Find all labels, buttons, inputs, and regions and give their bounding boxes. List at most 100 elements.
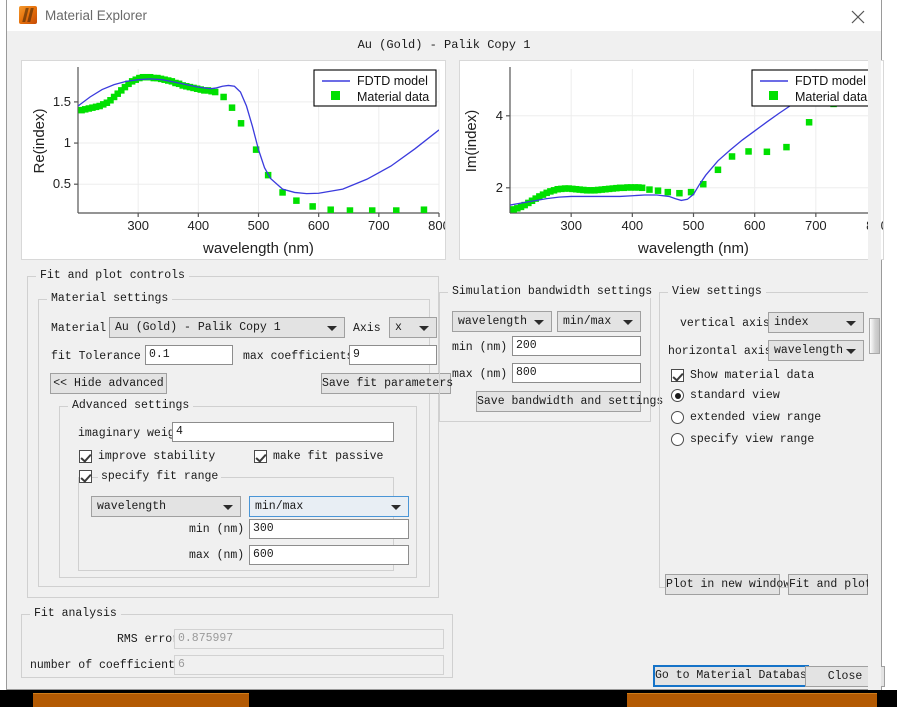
max-coefficients-input[interactable]: 9	[349, 345, 437, 365]
svg-text:500: 500	[248, 218, 270, 233]
bandwidth-mode-value: min/max	[563, 315, 612, 328]
radio-extended-view-range-label: extended view range	[690, 411, 822, 424]
plot-title: Au (Gold) - Palik Copy 1	[357, 38, 531, 52]
axis-select[interactable]: x	[389, 317, 437, 338]
horizontal-axis-select[interactable]: wavelength	[768, 340, 864, 361]
material-select-value: Au (Gold) - Palik Copy 1	[115, 321, 281, 334]
vertical-axis-select[interactable]: index	[768, 312, 864, 333]
svg-text:1: 1	[64, 135, 71, 150]
fit-range-max-label: max (nm)	[189, 549, 245, 562]
chevron-down-icon	[846, 321, 856, 326]
hide-advanced-button[interactable]: << Hide advanced	[50, 373, 167, 394]
svg-text:400: 400	[187, 218, 209, 233]
svg-text:Material data: Material data	[357, 90, 429, 104]
svg-text:600: 600	[308, 218, 330, 233]
imaginary-weight-input[interactable]: 4	[172, 422, 394, 442]
svg-text:300: 300	[127, 218, 149, 233]
fit-tolerance-input[interactable]: 0.1	[145, 345, 233, 365]
axis-select-value: x	[395, 321, 402, 334]
titlebar: Material Explorer	[7, 0, 881, 31]
fit-range-group: wavelength min/max min (nm) 300 max (nm)…	[78, 477, 409, 571]
svg-text:400: 400	[621, 218, 643, 233]
simulation-bandwidth-settings-group: Simulation bandwidth settings wavelength…	[439, 285, 663, 422]
radio-extended-view-range-circle	[671, 411, 684, 424]
scrollbar-thumb[interactable]	[869, 318, 880, 354]
vertical-axis-value: index	[774, 316, 809, 329]
fit-analysis-title: Fit analysis	[30, 607, 121, 620]
make-fit-passive-box	[254, 450, 267, 463]
fit-range-max-input[interactable]: 600	[249, 545, 409, 565]
taskbar-item[interactable]	[33, 693, 249, 707]
bandwidth-mode-select[interactable]: min/max	[557, 311, 641, 332]
taskbar	[0, 690, 897, 707]
svg-text:500: 500	[683, 218, 705, 233]
material-explorer-window: Material Explorer Au (Gold) - Palik Copy…	[6, 0, 885, 690]
bandwidth-max-label: max (nm)	[452, 368, 508, 381]
svg-text:1.5: 1.5	[53, 94, 71, 109]
fit-range-min-input[interactable]: 300	[249, 519, 409, 539]
svg-text:0.5: 0.5	[53, 176, 71, 191]
chart-im-index: 24300400500600700800wavelength (nm)Im(in…	[459, 60, 884, 260]
chevron-down-icon	[419, 326, 429, 331]
material-select[interactable]: Au (Gold) - Palik Copy 1	[109, 317, 345, 338]
number-of-coefficients-value: 6	[174, 655, 444, 675]
save-fit-parameters-button[interactable]: Save fit parameters	[321, 373, 453, 394]
svg-text:800: 800	[428, 218, 445, 233]
material-settings-title: Material settings	[47, 292, 173, 305]
svg-text:700: 700	[805, 218, 827, 233]
fit-range-quantity-select[interactable]: wavelength	[91, 496, 241, 517]
svg-text:Material data: Material data	[795, 90, 867, 104]
simulation-bandwidth-settings-title: Simulation bandwidth settings	[448, 285, 657, 298]
window-title: Material Explorer	[45, 8, 148, 23]
show-material-data-label: Show material data	[690, 369, 815, 382]
taskbar-item[interactable]	[627, 693, 877, 707]
chevron-down-icon	[846, 349, 856, 354]
show-material-data-box	[671, 369, 684, 382]
close-icon[interactable]	[835, 0, 881, 31]
chart-re-index: 0.5 1 1.5 300 400 500 600 700 800 wavelength (nm)…	[21, 60, 446, 260]
svg-text:600: 600	[744, 218, 766, 233]
desktop-background-right	[882, 0, 897, 690]
vertical-axis-label: vertical axis	[680, 317, 770, 330]
advanced-settings-title: Advanced settings	[68, 399, 194, 412]
plot-in-new-window-button[interactable]: Plot in new window	[665, 574, 790, 595]
number-of-coefficients-label: number of coefficients	[30, 659, 182, 672]
bandwidth-quantity-select[interactable]: wavelength	[452, 311, 552, 332]
svg-text:700: 700	[368, 218, 390, 233]
svg-text:FDTD model: FDTD model	[795, 74, 866, 88]
specify-fit-range-box	[79, 470, 92, 483]
radio-specify-view-range-circle	[671, 433, 684, 446]
radio-standard-view-label: standard view	[690, 389, 780, 402]
horizontal-axis-value: wavelength	[774, 344, 844, 357]
chevron-down-icon	[623, 320, 633, 325]
svg-text:4: 4	[496, 108, 503, 123]
vertical-scrollbar[interactable]	[868, 31, 881, 690]
fit-analysis-group: Fit analysis RMS error 0.875997 number o…	[21, 607, 453, 678]
svg-text:300: 300	[560, 218, 582, 233]
axis-label: Axis	[353, 322, 381, 335]
max-coefficients-label: max coefficients	[243, 350, 354, 363]
save-bandwidth-and-settings-button[interactable]: Save bandwidth and settings	[476, 391, 663, 412]
fit-range-quantity-value: wavelength	[97, 500, 167, 513]
bandwidth-min-label: min (nm)	[452, 341, 508, 354]
bandwidth-max-input[interactable]: 800	[512, 363, 641, 383]
fit-and-plot-button[interactable]: Fit and plot	[788, 574, 872, 595]
fit-range-min-label: min (nm)	[189, 523, 245, 536]
radio-specify-view-range-label: specify view range	[690, 433, 815, 446]
go-to-material-database-button[interactable]: Go to Material Database	[653, 665, 814, 687]
svg-text:Im(index): Im(index)	[463, 110, 480, 173]
svg-text:wavelength (nm): wavelength (nm)	[637, 240, 749, 257]
horizontal-axis-label: horizontal axis	[668, 345, 772, 358]
bandwidth-min-input[interactable]: 200	[512, 336, 641, 356]
chevron-down-icon	[391, 505, 401, 510]
advanced-settings-group: Advanced settings imaginary weight 4 imp…	[59, 399, 417, 578]
svg-text:2: 2	[496, 180, 503, 195]
fit-and-plot-controls-group: Fit and plot controls Material settings …	[27, 269, 453, 598]
specify-fit-range-label: specify fit range	[98, 470, 222, 484]
screen: Material Explorer Au (Gold) - Palik Copy…	[0, 0, 897, 707]
chevron-down-icon	[223, 505, 233, 510]
svg-text:Re(index): Re(index)	[31, 108, 48, 173]
fit-range-mode-select[interactable]: min/max	[249, 496, 409, 517]
fit-range-mode-value: min/max	[255, 500, 304, 513]
radio-standard-view-circle	[671, 389, 684, 402]
